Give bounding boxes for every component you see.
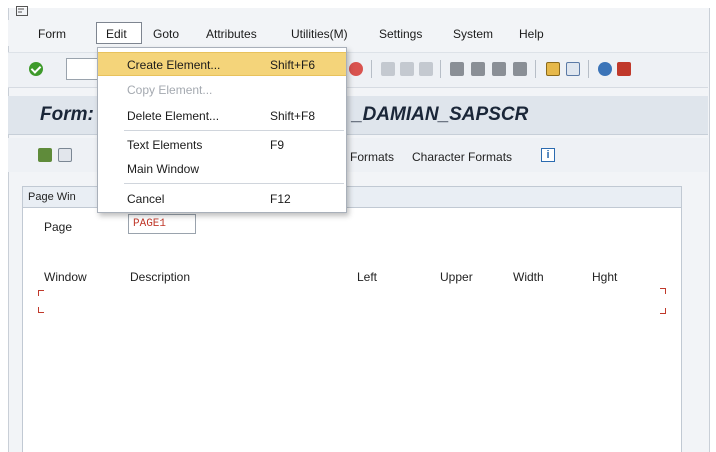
document-icon[interactable] <box>58 148 72 162</box>
menu-separator <box>124 130 344 131</box>
menu-item-main-window[interactable]: Main Window <box>98 157 346 181</box>
menu-form[interactable]: Form <box>38 27 66 41</box>
toolbar-separator <box>588 60 589 78</box>
first-page-icon[interactable] <box>450 62 464 76</box>
form-name-title: _DAMIAN_SAPSCR <box>352 104 529 125</box>
menu-item-cancel[interactable]: Cancel F12 <box>98 187 346 211</box>
help-icon[interactable] <box>598 62 612 76</box>
table-corner-top-right <box>660 288 666 294</box>
customize-icon[interactable] <box>617 62 631 76</box>
panel-title: Page Win <box>28 191 76 203</box>
column-header-height[interactable]: Hght <box>592 270 617 284</box>
display-change-icon[interactable] <box>38 148 52 162</box>
menu-edit[interactable]: Edit <box>106 27 127 41</box>
table-corner-top-left <box>38 290 44 296</box>
edit-dropdown-menu: Create Element... Shift+F6 Copy Element.… <box>97 47 347 213</box>
menu-icon[interactable] <box>16 6 28 16</box>
menu-utilities[interactable]: Utilities(M) <box>291 27 348 41</box>
toolbar-separator <box>440 60 441 78</box>
page-windows-panel <box>22 186 682 452</box>
toolbar-separator <box>371 60 372 78</box>
table-corner-bottom-right <box>660 308 666 314</box>
menu-item-text-elements[interactable]: Text Elements F9 <box>98 133 346 157</box>
layout-icon[interactable] <box>566 62 580 76</box>
page-label: Page <box>44 220 73 234</box>
table-corner-bottom-left <box>38 307 44 313</box>
print-icon[interactable] <box>381 62 395 76</box>
page-field[interactable]: PAGE1 <box>128 214 196 234</box>
find-next-icon[interactable] <box>419 62 433 76</box>
cancel-icon[interactable] <box>349 62 363 76</box>
next-page-icon[interactable] <box>492 62 506 76</box>
menu-settings[interactable]: Settings <box>379 27 422 41</box>
menu-help[interactable]: Help <box>519 27 544 41</box>
menu-separator <box>124 183 344 184</box>
last-page-icon[interactable] <box>513 62 527 76</box>
column-header-upper[interactable]: Upper <box>440 270 473 284</box>
column-header-left[interactable]: Left <box>357 270 377 284</box>
new-session-icon[interactable] <box>546 62 560 76</box>
column-header-width[interactable]: Width <box>513 270 544 284</box>
formats-button[interactable]: Formats <box>350 150 394 164</box>
page-title: Form: <box>40 104 94 125</box>
character-formats-button[interactable]: Character Formats <box>412 150 512 164</box>
toolbar-separator <box>535 60 536 78</box>
column-header-description[interactable]: Description <box>130 270 190 284</box>
menu-goto[interactable]: Goto <box>153 27 179 41</box>
find-icon[interactable] <box>400 62 414 76</box>
ok-icon[interactable] <box>29 62 43 76</box>
menu-item-copy-element[interactable]: Copy Element... <box>98 78 346 102</box>
menu-attributes[interactable]: Attributes <box>206 27 257 41</box>
menu-item-delete-element[interactable]: Delete Element... Shift+F8 <box>98 104 346 128</box>
menu-item-create-element[interactable]: Create Element... Shift+F6 <box>98 52 346 76</box>
info-icon[interactable]: i <box>541 148 555 162</box>
column-header-window[interactable]: Window <box>44 270 87 284</box>
menu-system[interactable]: System <box>453 27 493 41</box>
prev-page-icon[interactable] <box>471 62 485 76</box>
